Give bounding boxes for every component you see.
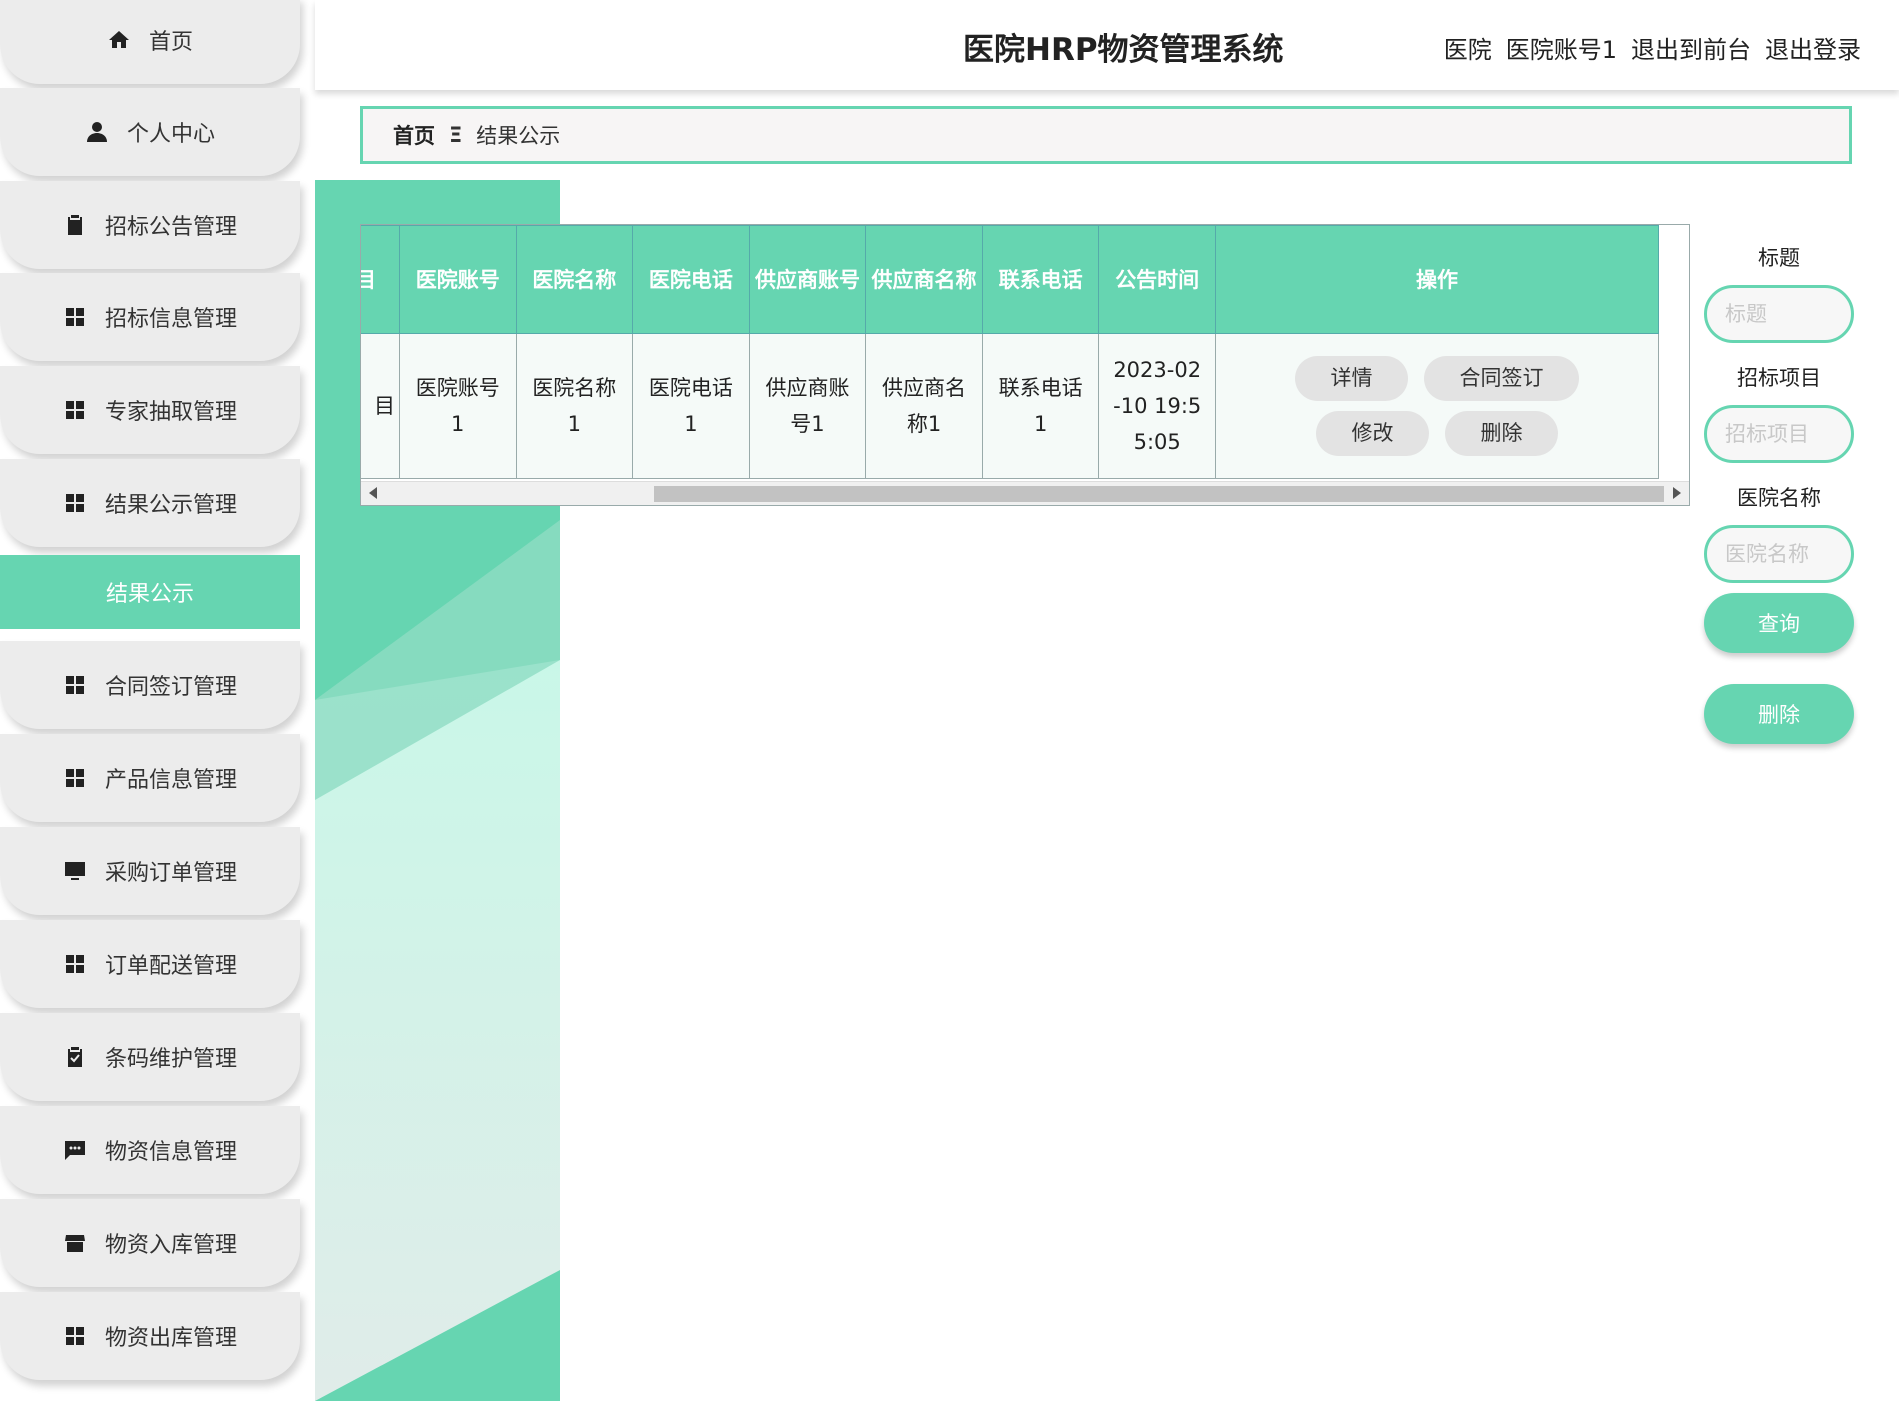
sidebar-item-label: 物资信息管理: [104, 1140, 237, 1165]
breadcrumb: 首页 Ξ 结果公示: [360, 106, 1852, 164]
sidebar-item-label: 物资出库管理: [104, 1326, 237, 1351]
grid-icon: [63, 673, 87, 697]
table-cell: 2023-02-10 19:55:05: [1098, 333, 1216, 479]
col-header: 目: [361, 225, 400, 334]
sidebar-item-outbound[interactable]: 物资出库管理: [0, 1292, 300, 1380]
table-cell-actions: 详情 合同签订 修改 删除: [1214, 333, 1660, 479]
table-cell: 医院账号1: [398, 333, 517, 479]
query-button[interactable]: 查询: [1704, 593, 1854, 653]
table-cell: 供应商名称1: [865, 333, 983, 479]
sidebar-item-result-publicity[interactable]: 结果公示管理: [0, 459, 300, 547]
person-icon: [85, 120, 109, 144]
sidebar-item-contract[interactable]: 合同签订管理: [0, 641, 300, 729]
sidebar-item-label: 专家抽取管理: [104, 400, 237, 425]
table-header-row: 目 医院账号 医院名称 医院电话 供应商账号 供应商名称 联系电话 公告时间 操…: [361, 225, 1660, 334]
logout-link[interactable]: 退出登录: [1765, 30, 1861, 65]
sidebar-item-material-info[interactable]: 物资信息管理: [0, 1106, 300, 1194]
breadcrumb-home[interactable]: 首页: [393, 120, 435, 150]
app-title: 医院HRP物资管理系统: [963, 32, 1284, 68]
chat-icon: [63, 1138, 87, 1162]
delete-button[interactable]: 删除: [1704, 684, 1854, 744]
sidebar-item-tender-notice[interactable]: 招标公告管理: [0, 181, 300, 269]
sidebar-item-barcode[interactable]: 条码维护管理: [0, 1013, 300, 1101]
sidebar-item-label: 首页: [148, 30, 193, 55]
col-header: 公告时间: [1098, 225, 1216, 334]
results-table: 目 医院账号 医院名称 医院电话 供应商账号 供应商名称 联系电话 公告时间 操…: [360, 224, 1690, 506]
sidebar: 首页 个人中心 招标公告管理 招标信息管理 专家抽取管理 结果公示管理 结果公示…: [0, 0, 300, 1401]
sidebar-subitem-result-publicity[interactable]: 结果公示: [0, 555, 300, 629]
row-delete-button[interactable]: 删除: [1444, 411, 1558, 456]
col-header: 医院电话: [632, 225, 750, 334]
grid-icon: [63, 1324, 87, 1348]
sidebar-item-personal-center[interactable]: 个人中心: [0, 88, 300, 176]
col-header: 供应商账号: [748, 225, 867, 334]
sidebar-item-inbound[interactable]: 物资入库管理: [0, 1199, 300, 1287]
header: 医院HRP物资管理系统 医院 医院账号1 退出到前台 退出登录: [315, 0, 1899, 90]
sidebar-item-label: 招标公告管理: [104, 215, 237, 240]
sidebar-item-label: 条码维护管理: [104, 1047, 237, 1072]
exit-to-front-link[interactable]: 退出到前台: [1631, 30, 1751, 65]
grid-icon: [63, 305, 87, 329]
breadcrumb-current: 结果公示: [476, 124, 561, 148]
store-icon: [63, 1231, 87, 1255]
user-account: 医院账号1: [1505, 36, 1617, 64]
title-input[interactable]: [1704, 285, 1854, 343]
sidebar-item-label: 个人中心: [126, 122, 215, 147]
user-area: 医院 医院账号1 退出到前台 退出登录: [1444, 30, 1861, 65]
sidebar-item-expert-draw[interactable]: 专家抽取管理: [0, 366, 300, 454]
table-cell: 医院电话1: [632, 333, 750, 479]
project-input[interactable]: [1704, 405, 1854, 463]
breadcrumb-separator: Ξ: [449, 123, 463, 147]
col-header: 医院名称: [515, 225, 634, 334]
hospital-name-input[interactable]: [1704, 525, 1854, 583]
edit-button[interactable]: 修改: [1315, 411, 1429, 456]
title-label: 标题: [1758, 246, 1800, 270]
clipboard-check-icon: [63, 1045, 87, 1069]
scroll-left-icon[interactable]: [369, 487, 377, 499]
sidebar-item-label: 采购订单管理: [104, 861, 237, 886]
grid-icon: [63, 766, 87, 790]
project-label: 招标项目: [1737, 366, 1821, 390]
col-header: 医院账号: [398, 225, 517, 334]
horizontal-scrollbar[interactable]: [361, 481, 1689, 505]
sidebar-item-label: 合同签订管理: [104, 675, 237, 700]
grid-icon: [63, 491, 87, 515]
clipboard-icon: [63, 213, 87, 237]
grid-icon: [63, 398, 87, 422]
home-icon: [107, 28, 131, 52]
col-header: 供应商名称: [865, 225, 983, 334]
sidebar-item-product-info[interactable]: 产品信息管理: [0, 734, 300, 822]
scroll-right-icon[interactable]: [1673, 487, 1681, 499]
sidebar-item-label: 招标信息管理: [104, 307, 237, 332]
table-cell: 供应商账号1: [748, 333, 867, 479]
sidebar-item-label: 产品信息管理: [104, 768, 237, 793]
scrollbar-thumb[interactable]: [654, 486, 1664, 502]
hospital-name-label: 医院名称: [1737, 486, 1821, 510]
table-cell: 医院名称1: [515, 333, 634, 479]
contract-sign-button[interactable]: 合同签订: [1423, 356, 1579, 401]
col-header: 操作: [1214, 225, 1660, 334]
table-cell: 联系电话1: [981, 333, 1100, 479]
user-role: 医院: [1443, 36, 1492, 64]
sidebar-item-home[interactable]: 首页: [0, 0, 300, 84]
sidebar-item-tender-info[interactable]: 招标信息管理: [0, 273, 300, 361]
monitor-icon: [63, 859, 87, 883]
sidebar-item-purchase-order[interactable]: 采购订单管理: [0, 827, 300, 915]
table-cell: 目: [361, 333, 400, 479]
sidebar-item-label: 结果公示管理: [104, 493, 237, 518]
table-row: 目 医院账号1 医院名称1 医院电话1 供应商账号1 供应商名称1 联系电话1 …: [361, 333, 1660, 479]
sidebar-item-label: 订单配送管理: [104, 954, 237, 979]
grid-icon: [63, 952, 87, 976]
col-header: 联系电话: [981, 225, 1100, 334]
sidebar-item-label: 物资入库管理: [104, 1233, 237, 1258]
sidebar-item-order-delivery[interactable]: 订单配送管理: [0, 920, 300, 1008]
detail-button[interactable]: 详情: [1294, 356, 1408, 401]
